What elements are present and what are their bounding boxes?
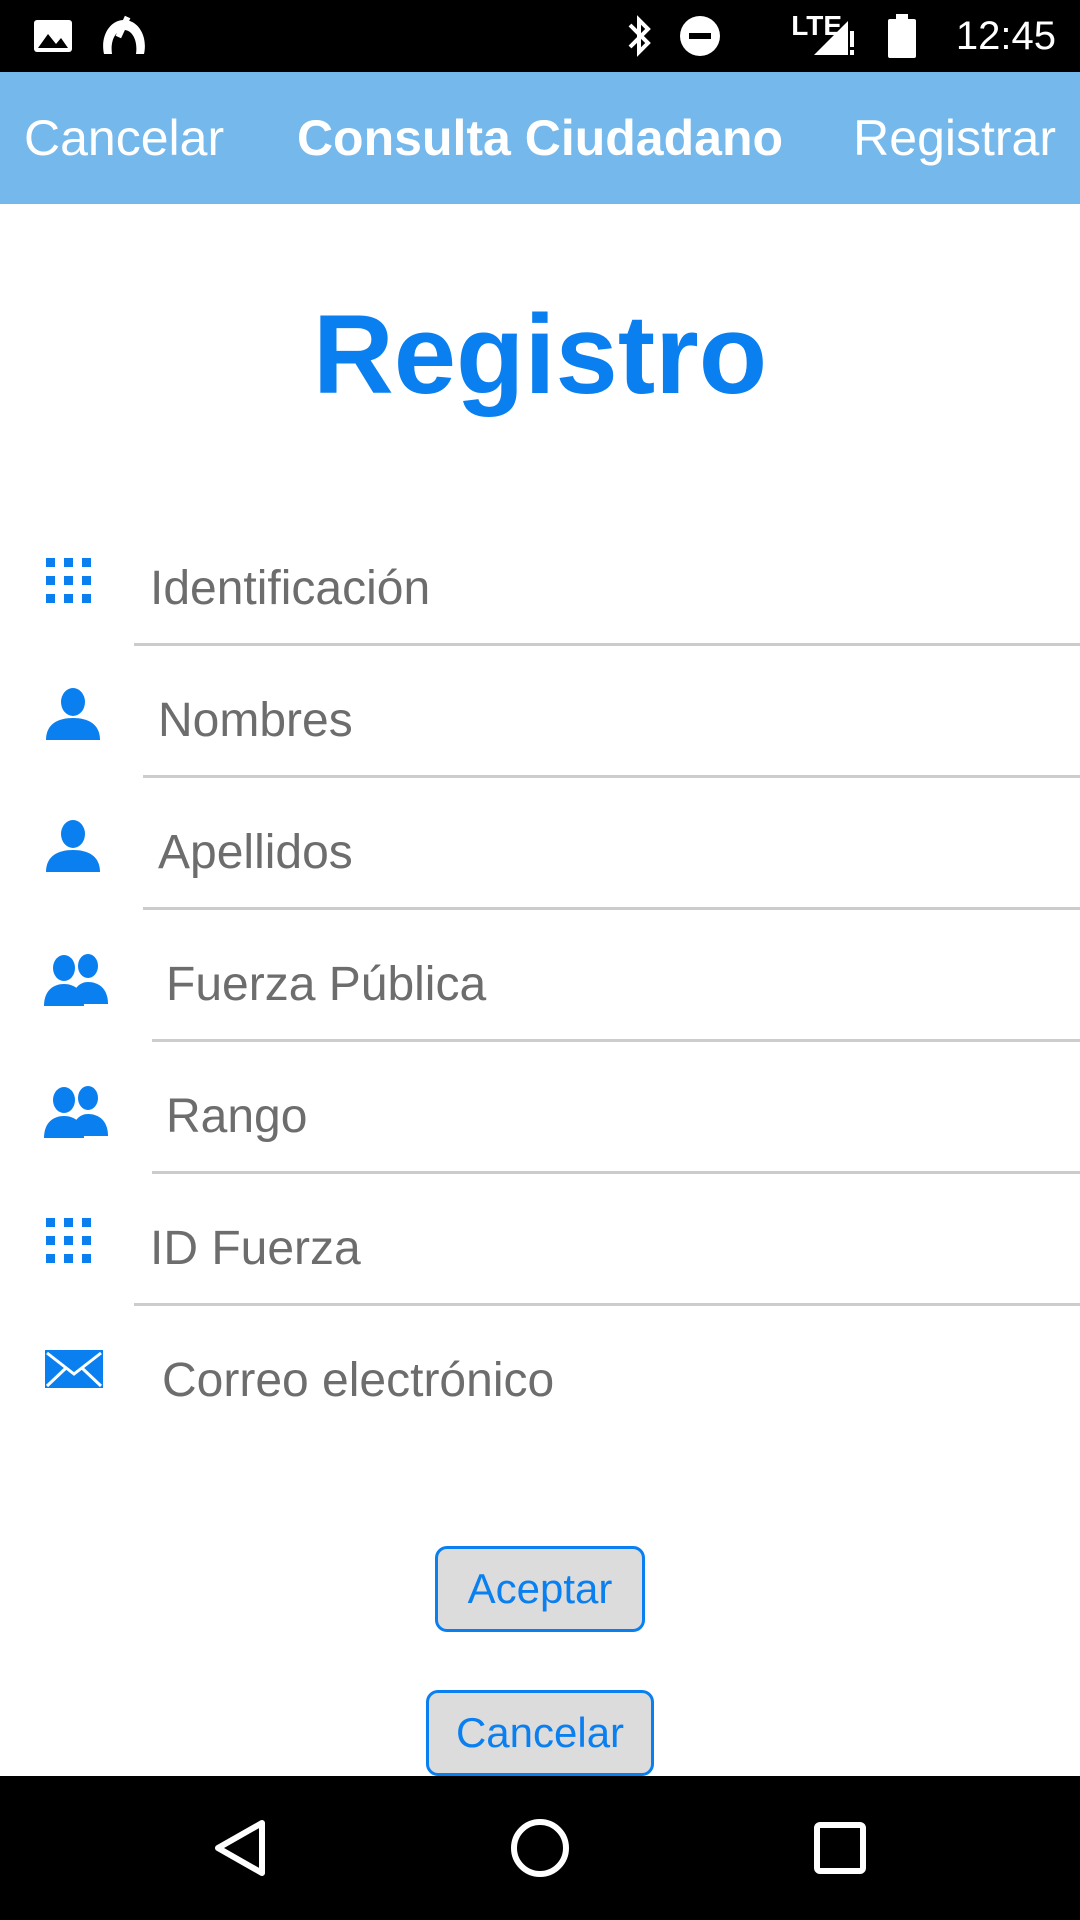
force-id-input[interactable]: [150, 1194, 1080, 1302]
group-icon: [44, 1082, 108, 1138]
page-title: Registro: [312, 292, 768, 417]
navigation-bar: Consulta Ciudadano Cancelar Registrar: [0, 72, 1080, 204]
person-icon: [44, 818, 108, 874]
accept-button[interactable]: Aceptar: [435, 1546, 645, 1632]
bluetooth-icon: [622, 0, 658, 72]
last-names-input[interactable]: [158, 798, 1080, 906]
keypad-icon: [44, 554, 108, 610]
force-id-row: [0, 1174, 1080, 1306]
do-not-disturb-icon: [678, 0, 722, 72]
battery-icon: [886, 0, 918, 72]
status-bar: LTE 12:45: [0, 0, 1080, 72]
identification-row: [0, 514, 1080, 646]
person-icon: [44, 686, 108, 742]
home-icon[interactable]: [480, 1776, 600, 1920]
email-input[interactable]: [162, 1326, 1080, 1434]
keypad-icon: [44, 1214, 108, 1270]
public-force-row: [0, 910, 1080, 1042]
system-navigation-bar: [0, 1776, 1080, 1920]
envelope-icon: [44, 1348, 108, 1404]
last-names-row: [0, 778, 1080, 910]
app-notification-icon: [98, 0, 150, 72]
public-force-input[interactable]: [166, 930, 1080, 1038]
clock: 12:45: [955, 13, 1056, 58]
nav-register-button[interactable]: Registrar: [853, 72, 1056, 204]
image-icon: [32, 0, 74, 72]
recents-icon[interactable]: [780, 1776, 900, 1920]
identification-input[interactable]: [150, 534, 1080, 642]
first-names-row: [0, 646, 1080, 778]
back-icon[interactable]: [180, 1776, 300, 1920]
group-icon: [44, 950, 108, 1006]
rank-input[interactable]: [166, 1062, 1080, 1170]
first-names-input[interactable]: [158, 666, 1080, 774]
email-row: [0, 1306, 1080, 1438]
cancel-button[interactable]: Cancelar: [426, 1690, 654, 1776]
rank-row: [0, 1042, 1080, 1174]
signal-icon: [810, 0, 856, 72]
nav-cancel-button[interactable]: Cancelar: [24, 72, 224, 204]
